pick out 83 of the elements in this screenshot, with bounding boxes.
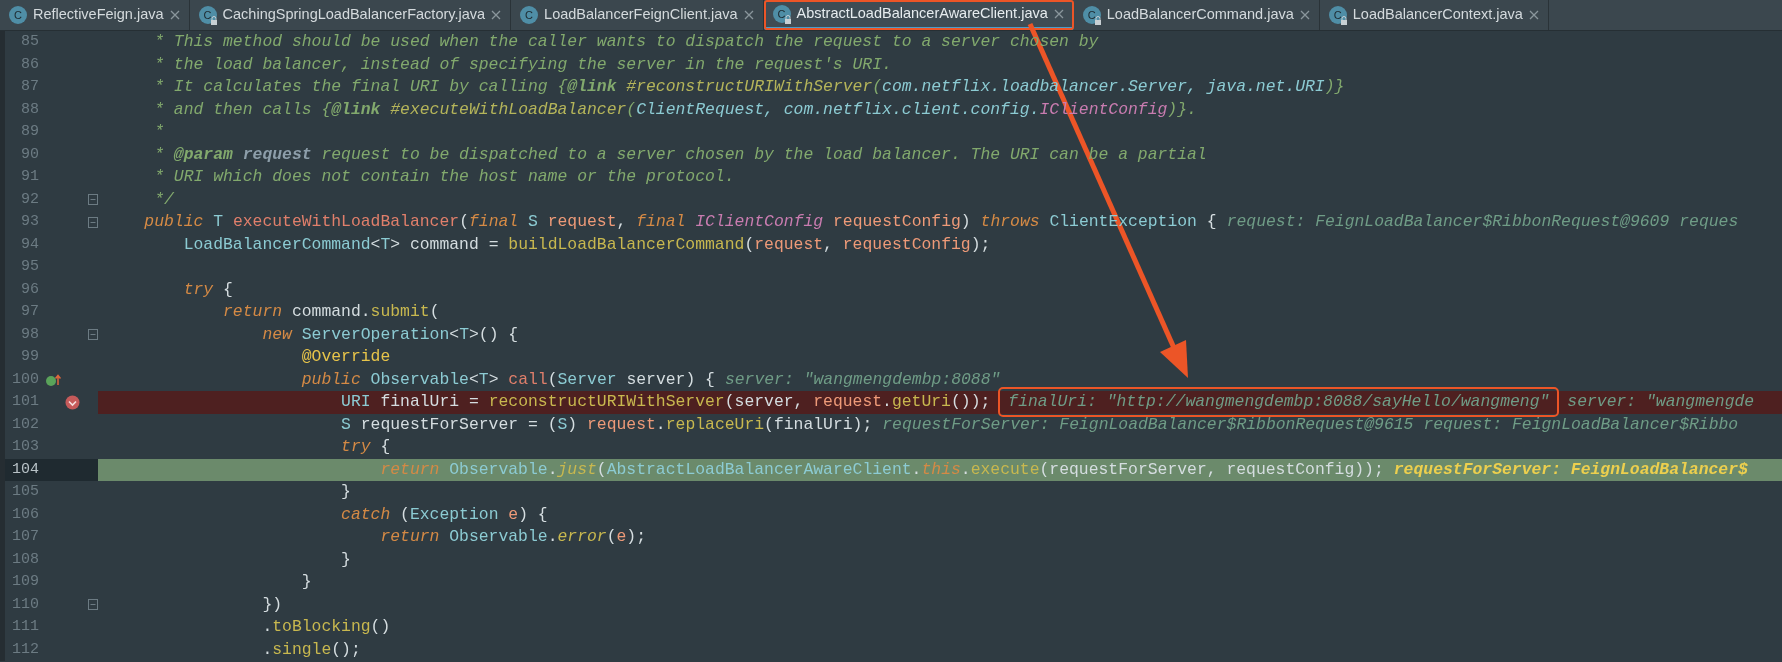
line-number: 89 bbox=[20, 122, 39, 142]
code-line: return Observable.error(e); bbox=[379, 526, 647, 548]
line-number: 97 bbox=[20, 302, 39, 322]
line-number: 110 bbox=[11, 594, 39, 615]
code-line: .single(); bbox=[261, 638, 361, 661]
editor-tab[interactable]: C CachingSpringLoadBalancerFactory.java bbox=[189, 0, 512, 30]
inline-debug-value: reques bbox=[1679, 211, 1739, 233]
line-number: 92 bbox=[20, 189, 39, 210]
code-line: S requestForServer = (S) request.replaceUri(finalUri); bbox=[340, 413, 873, 436]
inline-debug-value: requestForServer: FeignLoadBalancer$RibbonRequest@9615 bbox=[882, 413, 1414, 436]
line-number: 105 bbox=[11, 482, 39, 502]
code-line: } bbox=[340, 548, 351, 571]
code-line: return Observable.just(AbstractLoadBalancerAwareClient.this.execute(requestForServer, requestConfig)); bbox=[379, 458, 1384, 481]
close-icon[interactable] bbox=[1528, 10, 1539, 20]
line-number: 86 bbox=[20, 54, 39, 75]
breakpoint-icon[interactable] bbox=[65, 394, 80, 410]
close-icon[interactable] bbox=[169, 10, 180, 20]
line-number: 107 bbox=[11, 527, 39, 547]
code-line: new ServerOperation<T>() { bbox=[261, 323, 519, 346]
editor-tab[interactable]: C LoadBalancerFeignClient.java bbox=[511, 0, 764, 30]
class-icon: C bbox=[198, 6, 217, 24]
inline-debug-value: request: FeignLoadBalancer$Ribbo bbox=[1423, 413, 1739, 436]
code-line: LoadBalancerCommand<T> command = buildLoadBalancerCommand(request, requestConfig); bbox=[182, 233, 991, 256]
code-line: @Override bbox=[300, 346, 391, 368]
line-number: 94 bbox=[20, 234, 39, 255]
line-number: 104 bbox=[11, 459, 39, 480]
editor-tab[interactable]: C AbstractLoadBalancerAwareClient.java bbox=[763, 0, 1074, 30]
code-line: } bbox=[340, 481, 351, 503]
override-icon[interactable] bbox=[45, 372, 61, 387]
line-number: 99 bbox=[20, 347, 39, 367]
inline-debug-value: server: "wangmengdembp:8088" bbox=[724, 368, 1001, 391]
line-number: 91 bbox=[20, 167, 39, 187]
line-number: 101 bbox=[11, 392, 39, 412]
code-line: URI finalUri = reconstructURIWithServer(server, request.getUri()); bbox=[340, 391, 991, 413]
close-icon[interactable] bbox=[491, 10, 502, 20]
close-icon[interactable] bbox=[1053, 8, 1064, 19]
close-icon[interactable] bbox=[743, 10, 754, 20]
line-number: 103 bbox=[11, 437, 39, 457]
line-number: 108 bbox=[11, 549, 39, 570]
line-number: 111 bbox=[11, 617, 39, 637]
class-icon: C bbox=[520, 6, 539, 24]
fold-icon[interactable] bbox=[88, 599, 98, 611]
line-number: 109 bbox=[11, 572, 39, 592]
comment-line: */ bbox=[153, 188, 174, 211]
line-number: 88 bbox=[20, 99, 39, 120]
close-icon[interactable] bbox=[1299, 10, 1310, 20]
line-number: 112 bbox=[11, 639, 39, 660]
fold-icon[interactable] bbox=[88, 194, 98, 206]
line-number: 87 bbox=[20, 77, 39, 97]
class-icon: C bbox=[1328, 6, 1347, 24]
code-line: try { bbox=[340, 436, 391, 458]
comment-line: * the load balancer, instead of specifying the server in the request's URI. bbox=[153, 53, 892, 76]
code-line: try { bbox=[182, 278, 233, 301]
fold-icon[interactable] bbox=[88, 329, 98, 341]
line-number: 100 bbox=[11, 369, 39, 390]
code-line: .toBlocking() bbox=[261, 616, 391, 638]
inline-debug-value: requestForServer: FeignLoadBalancer$ bbox=[1393, 458, 1748, 481]
class-icon: C bbox=[1082, 6, 1101, 24]
line-number: 106 bbox=[11, 504, 39, 525]
inline-debug-value: finalUri: "http://wangmengdembp:8088/sayHello/wangmeng" bbox=[1000, 389, 1558, 416]
code-line: }) bbox=[261, 593, 283, 616]
line-number: 102 bbox=[11, 414, 39, 435]
editor-tab[interactable]: C ReflectiveFeign.java bbox=[0, 0, 190, 30]
comment-line: * @param request request to be dispatched to a server chosen by the load balancer. The URI can be a partial bbox=[153, 143, 1207, 166]
line-number: 93 bbox=[20, 212, 39, 232]
class-icon: C bbox=[772, 4, 791, 23]
fold-icon[interactable] bbox=[88, 216, 98, 228]
line-number: 98 bbox=[20, 324, 39, 345]
line-number: 95 bbox=[20, 257, 39, 277]
code-line: } bbox=[300, 571, 312, 593]
comment-line: * bbox=[153, 121, 165, 143]
class-icon: C bbox=[9, 6, 27, 24]
editor-tab[interactable]: C LoadBalancerCommand.java bbox=[1073, 0, 1320, 30]
code-line: return command.submit( bbox=[222, 301, 440, 323]
comment-line: * URI which does not contain the host name or the protocol. bbox=[153, 166, 735, 188]
editor-tab[interactable]: C LoadBalancerContext.java bbox=[1319, 0, 1549, 30]
line-number: 90 bbox=[20, 144, 39, 165]
inline-debug-value: server: "wangmengde bbox=[1567, 391, 1755, 413]
line-number: 96 bbox=[20, 279, 39, 300]
code-line: catch (Exception e) { bbox=[340, 503, 548, 526]
line-number: 85 bbox=[20, 32, 39, 52]
inline-debug-value: request: FeignLoadBalancer$RibbonRequest@9609 bbox=[1226, 211, 1670, 233]
code-line: public Observable<T> call(Server server) { bbox=[300, 368, 715, 391]
